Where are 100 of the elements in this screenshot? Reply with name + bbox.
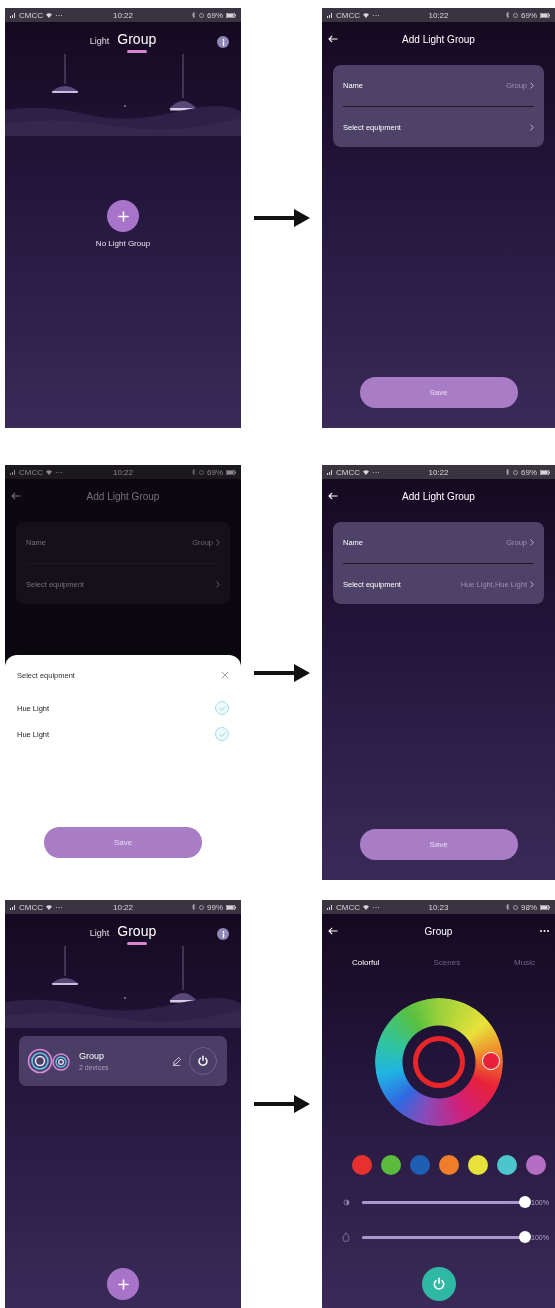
info-icon (221, 38, 225, 46)
check-mark[interactable] (215, 727, 229, 741)
clock-time: 10:22 (113, 467, 133, 477)
carrier-name: CMCC (19, 467, 43, 477)
mode-tab[interactable]: Scenes (433, 957, 461, 967)
clock-time: 10:22 (113, 10, 133, 20)
color-swatch[interactable] (497, 1155, 517, 1175)
network-indicator: ··· (372, 10, 380, 20)
bluetooth-icon (192, 469, 196, 475)
mode-tab[interactable]: Music (514, 957, 535, 967)
signal-icon (10, 12, 16, 18)
clock-time: 10:22 (428, 10, 449, 20)
network-indicator: ··· (55, 10, 63, 20)
alarm-icon (199, 12, 204, 18)
network-indicator: ··· (372, 902, 380, 912)
carrier-name: CMCC (336, 467, 360, 477)
selected-color-ring (412, 1036, 465, 1088)
color-swatch[interactable] (468, 1155, 488, 1175)
clock-time: 10:22 (113, 902, 133, 912)
network-indicator: ··· (55, 467, 63, 477)
power-icon (197, 1055, 209, 1067)
add-group-button[interactable] (107, 1268, 139, 1300)
battery-icon (540, 469, 550, 475)
wifi-icon (363, 469, 369, 475)
battery-percent: 69% (521, 467, 537, 477)
chevron-right-icon (530, 82, 534, 89)
signal-icon (327, 904, 333, 910)
battery-percent: 69% (207, 10, 223, 20)
battery-icon (226, 469, 236, 475)
chevron-right-icon (216, 580, 220, 588)
color-swatch[interactable] (352, 1155, 372, 1175)
slider-thumb[interactable] (519, 1196, 531, 1208)
wifi-icon (46, 469, 52, 475)
right-arrow (253, 1095, 310, 1113)
alarm-icon (513, 469, 518, 475)
right-arrow (253, 663, 310, 682)
color-swatch[interactable] (381, 1155, 401, 1175)
alarm-icon (513, 12, 518, 18)
alarm-icon (199, 904, 204, 910)
battery-icon (226, 904, 236, 910)
add-group-button[interactable] (107, 200, 139, 232)
clock-time: 10:22 (428, 467, 449, 477)
info-button[interactable] (217, 928, 229, 940)
signal-icon (10, 904, 16, 910)
wifi-icon (46, 904, 52, 910)
signal-icon (10, 469, 16, 475)
empty-message: No Light Group (95, 239, 151, 248)
bluetooth-icon (192, 12, 196, 18)
battery-percent: 69% (521, 10, 537, 20)
screen-title: Add Light Group (401, 33, 476, 45)
check-icon (218, 731, 226, 737)
battery-icon (226, 12, 236, 18)
edit-icon[interactable] (172, 1056, 181, 1066)
signal-icon (327, 12, 333, 18)
bluetooth-icon (192, 904, 196, 910)
battery-icon (540, 12, 550, 18)
screen-title: Group (423, 925, 454, 937)
color-swatch[interactable] (439, 1155, 459, 1175)
chevron-right-icon (530, 123, 534, 131)
header-tab[interactable]: Light (89, 36, 110, 52)
signal-icon (327, 469, 333, 475)
wifi-icon (46, 12, 52, 18)
slider-thumb[interactable] (519, 1231, 531, 1243)
screen-title: Add Light Group (85, 490, 161, 502)
screen-title: Add Light Group (401, 490, 476, 502)
battery-percent: 99% (207, 902, 223, 912)
chevron-right-icon (530, 539, 534, 546)
color-swatch[interactable] (526, 1155, 546, 1175)
brightness-icon (342, 1197, 351, 1207)
color-swatch[interactable] (410, 1155, 430, 1175)
carrier-name: CMCC (336, 902, 360, 912)
wifi-icon (363, 12, 369, 18)
bluetooth-icon (506, 12, 510, 18)
bluetooth-icon (506, 904, 510, 910)
plus-icon (117, 210, 129, 222)
carrier-name: CMCC (19, 10, 43, 20)
bulb-rings-icon (27, 1048, 71, 1074)
power-button[interactable] (421, 1267, 456, 1301)
network-indicator: ··· (55, 902, 63, 912)
info-button[interactable] (217, 36, 229, 48)
header-tab[interactable]: Group (117, 31, 157, 53)
plus-icon (117, 1278, 129, 1290)
bluetooth-icon (506, 469, 510, 475)
alarm-icon (513, 904, 518, 910)
info-icon (221, 930, 225, 938)
battery-icon (540, 904, 550, 910)
mode-tab[interactable]: Colorful (352, 957, 380, 967)
header-tab[interactable]: Group (117, 923, 157, 945)
battery-percent: 69% (207, 467, 223, 477)
carrier-name: CMCC (19, 902, 43, 912)
check-icon (218, 705, 226, 711)
header-tab[interactable]: Light (89, 928, 110, 944)
chevron-right-icon (530, 580, 534, 588)
alarm-icon (199, 469, 204, 475)
check-mark[interactable] (215, 701, 229, 715)
group-name: Group (79, 1051, 105, 1061)
drop-icon (342, 1232, 350, 1242)
power-icon (431, 1277, 446, 1291)
battery-percent: 98% (521, 902, 537, 912)
carrier-name: CMCC (336, 10, 360, 20)
